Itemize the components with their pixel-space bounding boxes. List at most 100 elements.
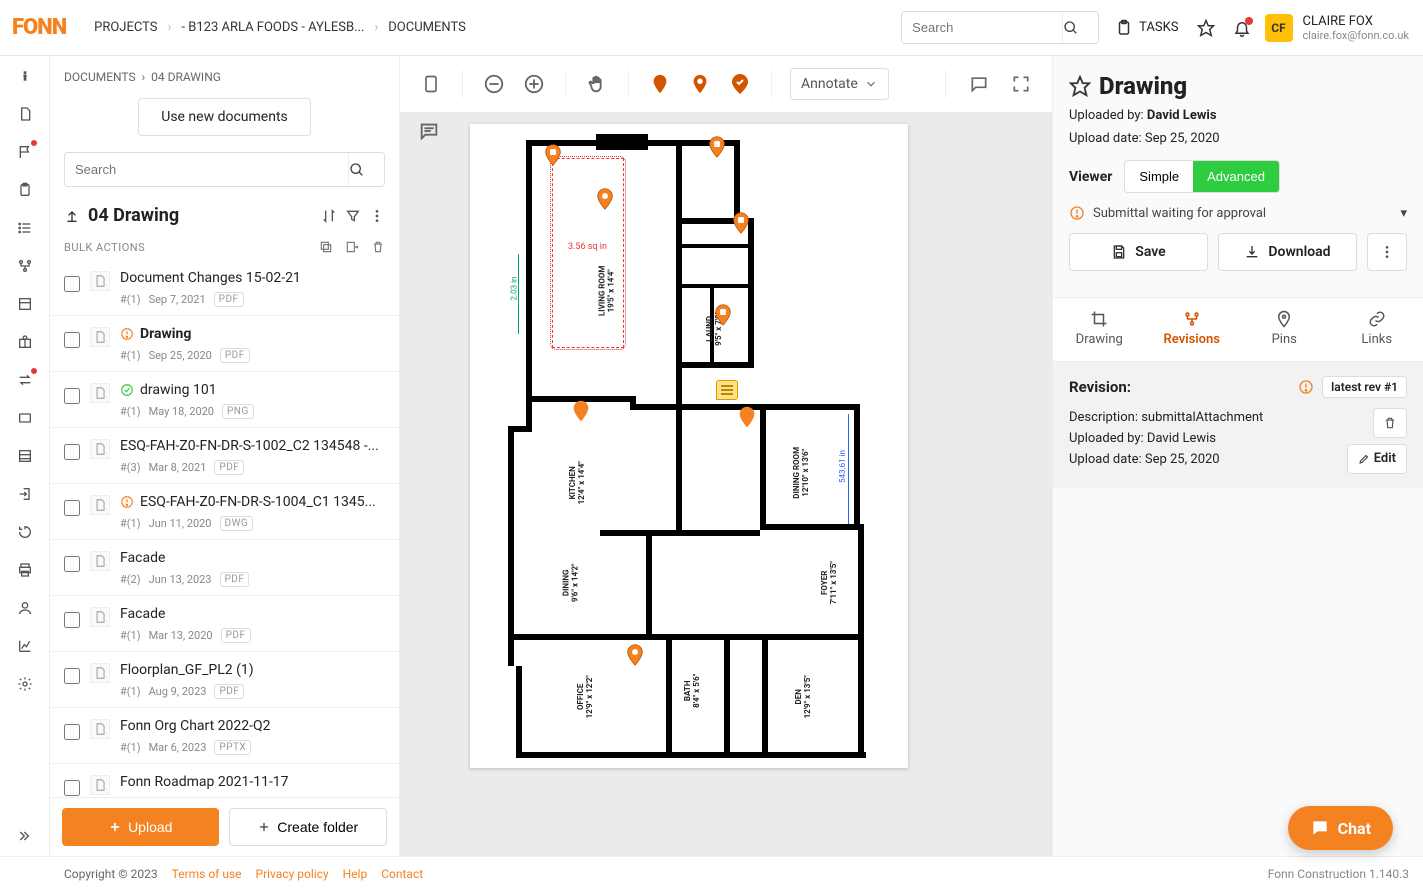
annotate-dropdown[interactable]: Annotate [790,68,889,100]
row-checkbox[interactable] [64,724,80,740]
map-pin[interactable] [738,406,756,428]
document-row[interactable]: Document Changes 15-02-21#(1)Sep 7, 2021… [50,260,399,316]
rail-table[interactable] [15,446,35,466]
floating-comment-button[interactable] [418,120,440,142]
row-checkbox[interactable] [64,612,80,628]
row-checkbox[interactable] [64,332,80,348]
tab-pins[interactable]: Pins [1238,298,1331,361]
save-button[interactable]: Save [1069,233,1208,271]
document-row[interactable]: Fonn Org Chart 2022-Q2#(1)Mar 6, 2023PPT… [50,708,399,764]
rail-print[interactable] [15,560,35,580]
document-row[interactable]: drawing 101#(1)May 18, 2020PNG [50,372,399,428]
document-row[interactable]: Facade#(2)Jun 13, 2023PDF [50,540,399,596]
rail-doc[interactable] [15,104,35,124]
favorite-toggle[interactable] [1069,75,1091,97]
user-menu[interactable]: CF CLAIRE FOX claire.fox@fonn.co.uk [1265,14,1410,42]
footer-help[interactable]: Help [343,867,368,881]
rail-settings[interactable] [15,674,35,694]
area-annotation[interactable] [552,158,624,348]
pin-check-tool[interactable] [727,71,753,97]
chat-button[interactable]: Chat [1288,806,1393,850]
comments-button[interactable] [966,71,992,97]
sidebar-search-input[interactable] [65,153,348,186]
tab-links[interactable]: Links [1331,298,1423,361]
rail-login[interactable] [15,484,35,504]
create-folder-button[interactable]: Create folder [229,808,388,846]
zoom-in-button[interactable] [521,71,547,97]
sort-button[interactable] [321,208,337,224]
fullscreen-button[interactable] [1008,71,1034,97]
footer-privacy[interactable]: Privacy policy [256,867,329,881]
rail-card[interactable] [15,408,35,428]
document-row[interactable]: Facade#(1)Mar 13, 2020PDF [50,596,399,652]
map-pin[interactable] [544,144,562,166]
document-row[interactable]: ESQ-FAH-Z0-FN-DR-S-1002_C2 134548 -...#(… [50,428,399,484]
breadcrumb-documents[interactable]: DOCUMENTS [388,20,466,35]
favorite-button[interactable] [1197,19,1215,37]
zoom-out-button[interactable] [481,71,507,97]
map-pin[interactable] [732,212,750,234]
more-actions[interactable] [1367,233,1407,271]
viewer-advanced[interactable]: Advanced [1193,161,1279,192]
viewer-simple[interactable]: Simple [1125,161,1193,192]
crumb-documents[interactable]: DOCUMENTS [64,70,136,84]
pin-tool[interactable] [647,71,673,97]
tab-revisions[interactable]: Revisions [1146,298,1239,361]
sidebar-search-button[interactable] [348,153,384,186]
bulk-delete[interactable] [371,240,385,254]
folder-up-icon[interactable] [64,208,80,224]
breadcrumb-project[interactable]: - B123 ARLA FOODS - AYLESB... [181,20,364,35]
rail-chart[interactable] [15,636,35,656]
map-pin[interactable] [572,400,590,422]
download-button[interactable]: Download [1218,233,1357,271]
sidebar-search[interactable] [64,152,385,187]
approval-alert[interactable]: Submittal waiting for approval ▾ [1069,205,1407,221]
viewer-mode-toggle[interactable]: Simple Advanced [1124,160,1280,193]
breadcrumb-projects[interactable]: PROJECTS [94,20,157,35]
notifications-button[interactable] [1233,19,1251,37]
bulk-move[interactable] [345,240,359,254]
use-new-documents-button[interactable]: Use new documents [138,98,311,136]
document-list[interactable]: Document Changes 15-02-21#(1)Sep 7, 2021… [50,260,399,797]
bulk-copy[interactable] [319,240,333,254]
row-checkbox[interactable] [64,500,80,516]
row-checkbox[interactable] [64,388,80,404]
rail-clipboard[interactable] [15,180,35,200]
row-checkbox[interactable] [64,276,80,292]
document-row[interactable]: ESQ-FAH-Z0-FN-DR-S-1004_C1 1345...#(1)Ju… [50,484,399,540]
global-search[interactable] [901,11,1099,44]
tasks-link[interactable]: TASKS [1115,19,1178,37]
row-checkbox[interactable] [64,780,80,796]
crumb-folder[interactable]: 04 DRAWING [151,70,221,84]
rail-info[interactable] [15,66,35,86]
rail-branch[interactable] [15,256,35,276]
rail-box[interactable] [15,294,35,314]
tab-drawing[interactable]: Drawing [1053,298,1146,361]
delete-revision-button[interactable] [1373,408,1407,438]
canvas-area[interactable]: 3.56 sq in 2.03 in 543.61 in LIVING ROOM… [400,112,1052,856]
search-input[interactable] [902,12,1062,43]
pan-button[interactable] [584,71,610,97]
pin-circle-tool[interactable] [687,71,713,97]
document-row[interactable]: Floorplan_GF_PL2 (1)#(1)Aug 9, 2023PDF [50,652,399,708]
rail-transfer[interactable] [15,370,35,390]
footer-contact[interactable]: Contact [381,867,423,881]
map-pin[interactable] [708,136,726,158]
row-checkbox[interactable] [64,668,80,684]
search-button[interactable] [1062,12,1098,43]
map-pin[interactable] [626,644,644,666]
edit-revision-button[interactable]: Edit [1347,444,1407,474]
map-pin[interactable] [596,188,614,210]
document-row[interactable]: Fonn Roadmap 2021-11-17 [50,764,399,797]
rail-flag[interactable] [15,142,35,162]
footer-terms[interactable]: Terms of use [172,867,242,881]
logo[interactable]: FONN [12,15,66,40]
document-row[interactable]: Drawing#(1)Sep 25, 2020PDF [50,316,399,372]
fit-page-button[interactable] [418,71,444,97]
rail-history[interactable] [15,522,35,542]
sticky-note[interactable] [716,380,738,400]
filter-button[interactable] [345,208,361,224]
floor-plan[interactable]: 3.56 sq in 2.03 in 543.61 in LIVING ROOM… [480,134,898,758]
map-pin[interactable] [714,304,732,326]
rail-list[interactable] [15,218,35,238]
